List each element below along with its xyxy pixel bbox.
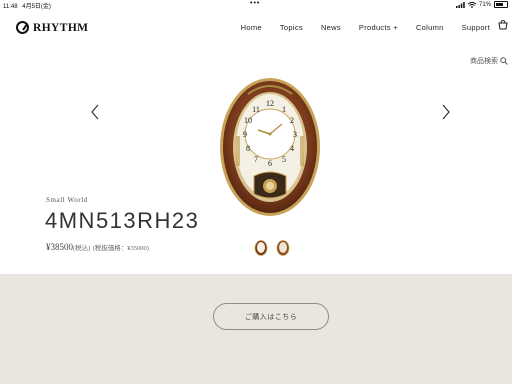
status-bar: 11:48 4月5日(金) ••• 71% <box>0 0 512 10</box>
nav-item-products[interactable]: Products + <box>359 23 398 32</box>
nav-item-home[interactable]: Home <box>241 23 262 32</box>
svg-text:2: 2 <box>290 116 294 125</box>
status-indicators: 71% <box>455 1 508 8</box>
carousel-prev-arrow-icon[interactable] <box>90 104 100 120</box>
search-icon <box>500 57 508 65</box>
svg-text:3: 3 <box>293 130 297 139</box>
price-value: ¥38500 <box>46 242 73 252</box>
svg-text:10: 10 <box>244 116 252 125</box>
nav-item-column[interactable]: Column <box>416 23 444 32</box>
signal-icon <box>455 1 465 8</box>
battery-percent: 71% <box>478 1 491 8</box>
carousel-next-arrow-icon[interactable] <box>441 104 451 120</box>
brand-logo[interactable]: RHYTHM <box>16 21 88 34</box>
nav-item-topics[interactable]: Topics <box>280 23 303 32</box>
svg-text:5: 5 <box>282 155 286 164</box>
product-name: 4MN513RH23 <box>45 208 200 233</box>
svg-text:1: 1 <box>282 105 286 114</box>
svg-text:11: 11 <box>252 105 260 114</box>
product-thumbnails <box>254 240 290 256</box>
site-header: RHYTHM Home Topics News Products + Colum… <box>0 12 512 44</box>
brand-logo-text: RHYTHM <box>33 21 89 34</box>
svg-text:12: 12 <box>266 99 274 108</box>
buy-button[interactable]: ご購入はこちら <box>213 303 329 330</box>
wifi-icon <box>467 1 476 8</box>
thumbnail-clock-1[interactable] <box>254 240 268 256</box>
svg-text:6: 6 <box>268 159 272 168</box>
product-price: ¥38500(税込) (税抜価格：¥35000) <box>46 242 149 252</box>
thumbnail-clock-2[interactable] <box>276 240 290 256</box>
svg-text:4: 4 <box>290 144 294 153</box>
status-time-date: 11:48 4月5日(金) <box>3 1 51 10</box>
tax-included-label: (税込) <box>73 245 91 252</box>
status-time: 11:48 <box>3 4 18 10</box>
battery-icon <box>494 1 508 8</box>
rhythm-logo-icon <box>16 21 29 34</box>
status-date: 4月5日(金) <box>22 4 51 10</box>
svg-text:7: 7 <box>254 155 258 164</box>
product-series: Small World <box>46 196 88 204</box>
product-search-label: 商品検索 <box>470 58 498 65</box>
nav-item-support[interactable]: Support <box>462 23 490 32</box>
product-search-link[interactable]: 商品検索 <box>470 56 508 66</box>
nav-item-news[interactable]: News <box>321 23 341 32</box>
product-clock-image: 12 1 2 3 4 5 6 7 8 9 10 11 <box>220 78 320 216</box>
cart-icon[interactable] <box>497 20 509 32</box>
svg-text:9: 9 <box>243 130 247 139</box>
svg-text:8: 8 <box>246 144 250 153</box>
main-nav: Home Topics News Products + Column Suppo… <box>241 23 490 32</box>
multitask-dots[interactable]: ••• <box>250 0 260 7</box>
price-before-tax: (税抜価格：¥35000) <box>92 245 149 252</box>
